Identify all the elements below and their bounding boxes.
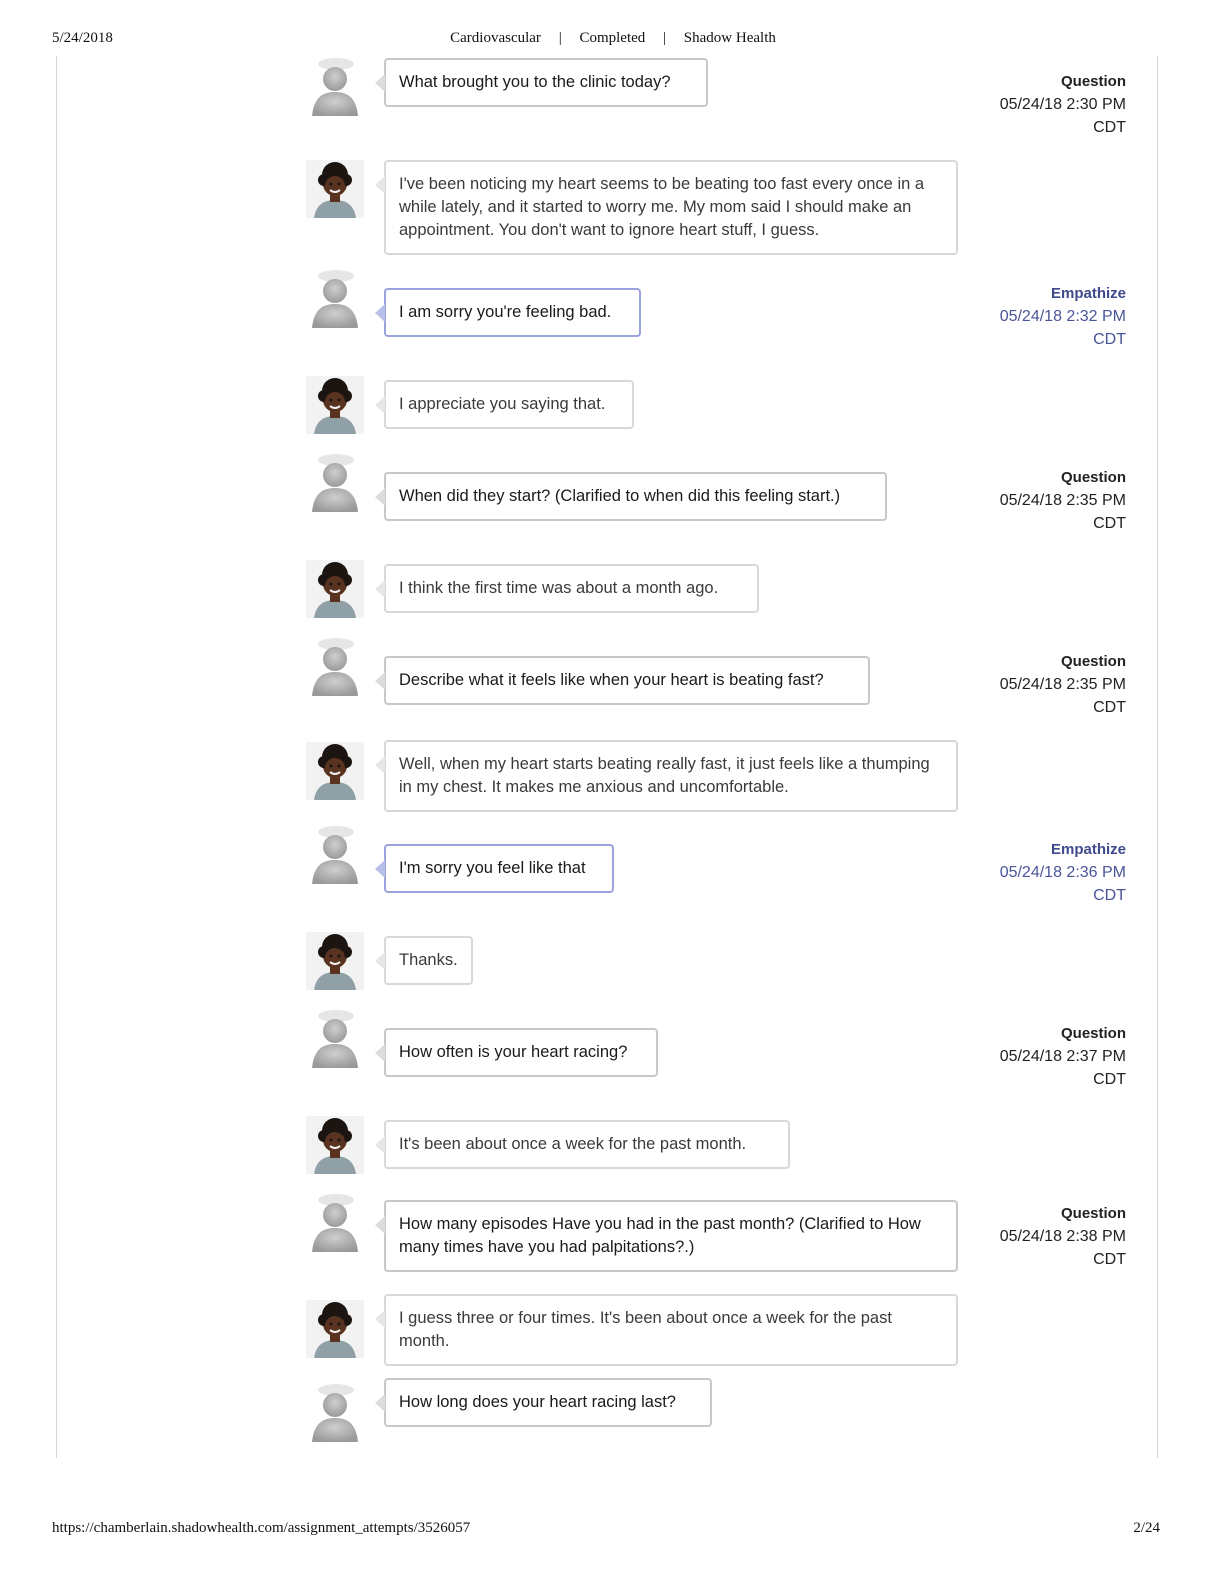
- patient-message-bubble: I appreciate you saying that.: [375, 380, 634, 429]
- transcript-entry: Describe what it feels like when your he…: [306, 638, 1126, 716]
- student-message-bubble: How many episodes Have you had in the pa…: [375, 1200, 958, 1272]
- content-border-right: [1157, 56, 1158, 1458]
- message-category: Empathize: [1050, 285, 1126, 302]
- transcript-entry: How often is your heart racing? Question…: [306, 1010, 1126, 1088]
- message-timezone: CDT: [1093, 515, 1126, 532]
- patient-avatar-icon: [306, 376, 364, 434]
- patient-avatar-icon: [306, 560, 364, 618]
- page-number: 2/24: [1133, 1520, 1160, 1536]
- student-message-bubble: I am sorry you're feeling bad.: [375, 288, 641, 337]
- transcript-entry: How many episodes Have you had in the pa…: [306, 1194, 1126, 1278]
- message-timezone: CDT: [1093, 1071, 1126, 1088]
- message-category: Question: [1060, 469, 1126, 486]
- student-avatar-icon: [306, 270, 364, 328]
- message-meta: Question 05/24/18 2:37 PM CDT: [976, 1022, 1126, 1091]
- transcript-entry: Thanks.: [306, 932, 1126, 992]
- message-timestamp: 05/24/18 2:37 PM: [999, 1048, 1126, 1065]
- message-category: Question: [1060, 73, 1126, 90]
- print-title: Cardiovascular | Completed | Shadow Heal…: [52, 30, 1160, 47]
- transcript-entry: When did they start? (Clarified to when …: [306, 454, 1126, 532]
- student-message-bubble: How often is your heart racing?: [375, 1028, 658, 1077]
- patient-avatar-icon: [306, 1116, 364, 1174]
- patient-message-bubble: I think the first time was about a month…: [375, 564, 759, 613]
- transcript-entry: I appreciate you saying that.: [306, 376, 1126, 436]
- student-avatar-icon: [306, 454, 364, 512]
- transcript-entry: I'm sorry you feel like that Empathize 0…: [306, 826, 1126, 904]
- student-avatar-icon: [306, 58, 364, 116]
- message-meta: Empathize 05/24/18 2:32 PM CDT: [976, 282, 1126, 351]
- message-category: Question: [1060, 1025, 1126, 1042]
- print-footer: https://chamberlain.shadowhealth.com/ass…: [52, 1520, 1160, 1540]
- transcript-entry: It's been about once a week for the past…: [306, 1116, 1126, 1176]
- message-timestamp: 05/24/18 2:35 PM: [999, 492, 1126, 509]
- message-meta: Question 05/24/18 2:30 PM CDT: [976, 70, 1126, 139]
- student-message-bubble: What brought you to the clinic today?: [375, 58, 708, 107]
- student-avatar-icon: [306, 1194, 364, 1252]
- student-avatar-icon: [306, 1384, 364, 1442]
- patient-message-bubble: Well, when my heart starts beating reall…: [375, 740, 958, 812]
- patient-message-bubble: It's been about once a week for the past…: [375, 1120, 790, 1169]
- print-title-part: Shadow Health: [683, 30, 776, 46]
- print-header: 5/24/2018 Cardiovascular | Completed | S…: [52, 30, 1160, 50]
- print-title-part: Cardiovascular: [450, 30, 541, 46]
- message-timezone: CDT: [1093, 699, 1126, 716]
- patient-message-bubble: I've been noticing my heart seems to be …: [375, 160, 958, 255]
- message-timestamp: 05/24/18 2:30 PM: [999, 96, 1126, 113]
- message-timezone: CDT: [1093, 887, 1126, 904]
- transcript-entry: I think the first time was about a month…: [306, 560, 1126, 620]
- message-category: Question: [1060, 653, 1126, 670]
- patient-avatar-icon: [306, 932, 364, 990]
- transcript-entry: I guess three or four times. It's been a…: [306, 1294, 1126, 1372]
- message-meta: Question 05/24/18 2:38 PM CDT: [976, 1202, 1126, 1271]
- transcript-entry: Well, when my heart starts beating reall…: [306, 740, 1126, 814]
- transcript-entry: I am sorry you're feeling bad. Empathize…: [306, 270, 1126, 348]
- student-avatar-icon: [306, 638, 364, 696]
- message-meta: Question 05/24/18 2:35 PM CDT: [976, 466, 1126, 535]
- transcript-entry: What brought you to the clinic today? Qu…: [306, 58, 1126, 136]
- message-meta: Empathize 05/24/18 2:36 PM CDT: [976, 838, 1126, 907]
- message-timestamp: 05/24/18 2:36 PM: [999, 864, 1126, 881]
- message-category: Empathize: [1050, 841, 1126, 858]
- print-title-separator: |: [663, 30, 667, 46]
- print-title-part: Completed: [579, 30, 646, 46]
- message-timestamp: 05/24/18 2:38 PM: [999, 1228, 1126, 1245]
- student-avatar-icon: [306, 826, 364, 884]
- patient-avatar-icon: [306, 742, 364, 800]
- transcript-entry: How long does your heart racing last?: [306, 1378, 1126, 1444]
- print-title-separator: |: [558, 30, 562, 46]
- message-timezone: CDT: [1093, 1251, 1126, 1268]
- transcript-entry: I've been noticing my heart seems to be …: [306, 160, 1126, 256]
- patient-message-bubble: I guess three or four times. It's been a…: [375, 1294, 958, 1366]
- message-timestamp: 05/24/18 2:32 PM: [999, 308, 1126, 325]
- message-timezone: CDT: [1093, 331, 1126, 348]
- page-url: https://chamberlain.shadowhealth.com/ass…: [52, 1520, 471, 1536]
- message-timestamp: 05/24/18 2:35 PM: [999, 676, 1126, 693]
- message-timezone: CDT: [1093, 119, 1126, 136]
- content-border-left: [56, 56, 57, 1458]
- student-message-bubble: How long does your heart racing last?: [375, 1378, 712, 1427]
- message-category: Question: [1060, 1205, 1126, 1222]
- patient-message-bubble: Thanks.: [375, 936, 473, 985]
- student-message-bubble: Describe what it feels like when your he…: [375, 656, 870, 705]
- student-avatar-icon: [306, 1010, 364, 1068]
- message-meta: Question 05/24/18 2:35 PM CDT: [976, 650, 1126, 719]
- student-message-bubble: I'm sorry you feel like that: [375, 844, 614, 893]
- patient-avatar-icon: [306, 160, 364, 218]
- student-message-bubble: When did they start? (Clarified to when …: [375, 472, 887, 521]
- patient-avatar-icon: [306, 1300, 364, 1358]
